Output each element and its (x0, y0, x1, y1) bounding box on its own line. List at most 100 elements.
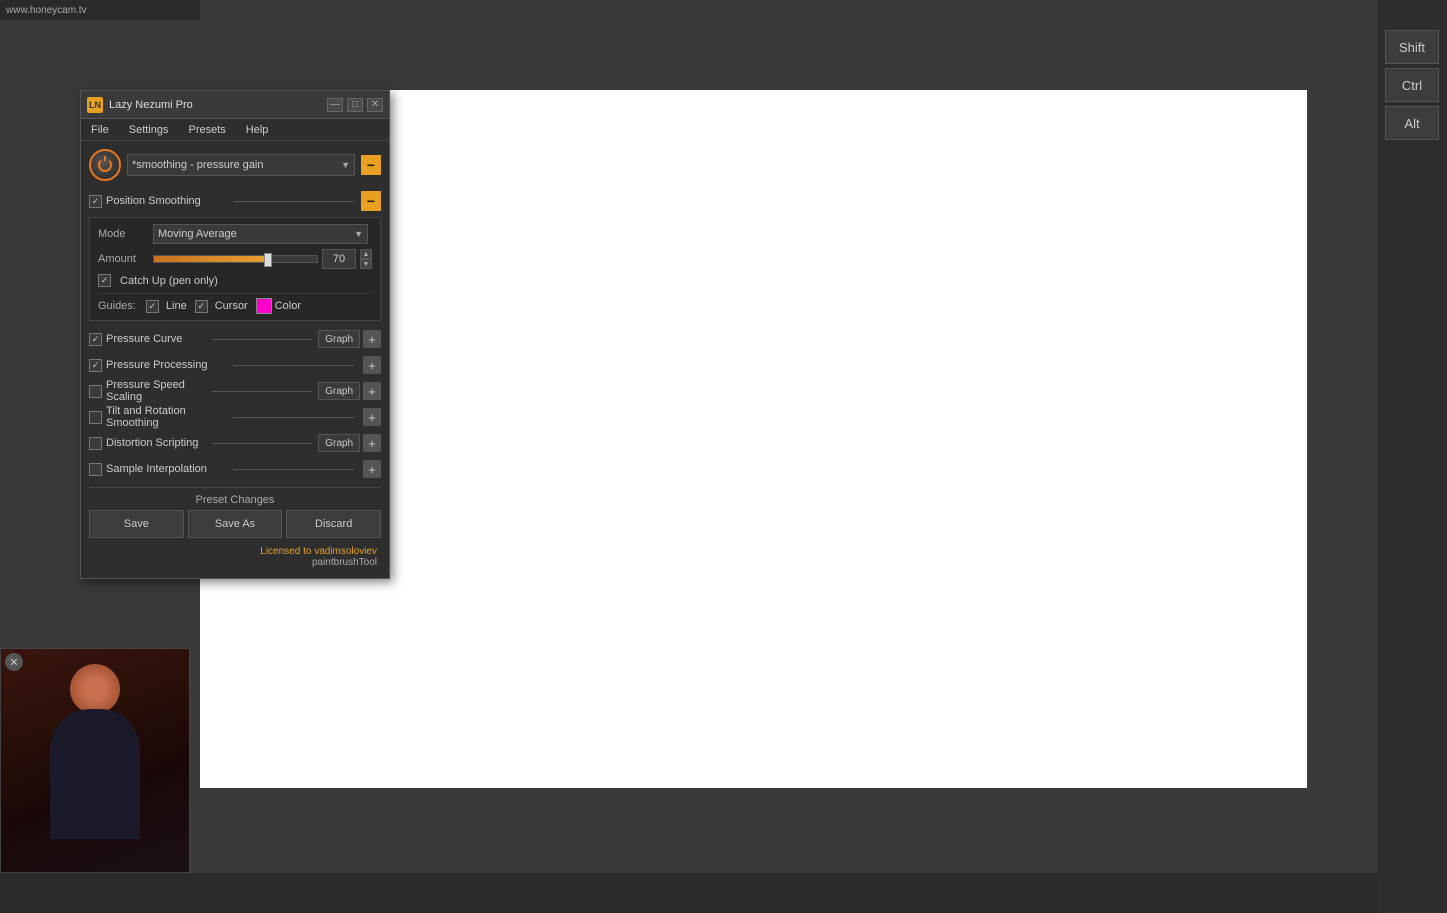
tool-text: paintbrushTool (93, 557, 377, 568)
amount-slider-container: 70 ▲ ▼ (153, 249, 372, 269)
guide-color-label: Color (275, 300, 301, 312)
pressure-processing-line (233, 365, 354, 366)
mode-value: Moving Average (158, 228, 237, 240)
title-bar-controls: — □ ✕ (327, 98, 383, 112)
sample-interpolation-checkbox[interactable] (89, 463, 102, 476)
section-tilt-rotation-smoothing: Tilt and Rotation Smoothing+ (89, 405, 381, 429)
distortion-scripting-graph-button[interactable]: Graph (318, 434, 360, 452)
catchup-checkbox[interactable] (98, 274, 111, 287)
guide-cursor-checkbox[interactable] (195, 300, 208, 313)
webcam-overlay: ✕ (0, 648, 190, 873)
preset-changes-label: Preset Changes (89, 487, 381, 506)
tilt-rotation-smoothing-line (233, 417, 354, 418)
person-body (50, 709, 140, 839)
sections-container: Pressure CurveGraph+Pressure Processing+… (89, 327, 381, 481)
mode-row: Mode Moving Average ▼ (98, 224, 372, 244)
guide-line-label: Line (166, 300, 187, 312)
distortion-scripting-plus-button[interactable]: + (363, 434, 381, 452)
distortion-scripting-checkbox[interactable] (89, 437, 102, 450)
section-sample-interpolation: Sample Interpolation + (89, 457, 381, 481)
sample-interpolation-line (233, 469, 354, 470)
amount-row: Amount 70 ▲ ▼ (98, 249, 372, 269)
sample-interpolation-plus-button[interactable]: + (363, 460, 381, 478)
position-smoothing-line (234, 201, 356, 202)
preset-minus-button[interactable]: − (361, 155, 381, 175)
sample-interpolation-label: Sample Interpolation (106, 463, 227, 475)
alt-key[interactable]: Alt (1385, 106, 1439, 140)
menu-presets[interactable]: Presets (184, 122, 229, 138)
action-buttons: Save Save As Discard (89, 510, 381, 538)
dropdown-arrow-icon: ▼ (341, 160, 350, 170)
pressure-speed-scaling-plus-button[interactable]: + (363, 382, 381, 400)
section-pressure-speed-scaling: Pressure Speed Scaling Graph+ (89, 379, 381, 403)
minimize-button[interactable]: — (327, 98, 343, 112)
catchup-label: Catch Up (pen only) (120, 275, 218, 287)
menu-bar: File Settings Presets Help (81, 119, 389, 141)
tilt-rotation-smoothing-checkbox[interactable] (89, 411, 102, 424)
licensed-text: Licensed to vadimsoloviev (93, 546, 377, 557)
discard-button[interactable]: Discard (286, 510, 381, 538)
guides-row: Guides: Line Cursor Color (98, 293, 372, 314)
pressure-processing-checkbox[interactable] (89, 359, 102, 372)
pressure-speed-scaling-line (212, 391, 312, 392)
pressure-curve-plus-button[interactable]: + (363, 330, 381, 348)
distortion-scripting-label: Distortion Scripting (106, 437, 206, 449)
position-smoothing-checkbox[interactable] (89, 195, 102, 208)
section-distortion-scripting: Distortion Scripting Graph+ (89, 431, 381, 455)
preset-row: *smoothing - pressure gain ▼ − (89, 149, 381, 181)
guide-cursor-label: Cursor (215, 300, 248, 312)
app-window: LN Lazy Nezumi Pro — □ ✕ File Settings P… (80, 90, 390, 579)
guide-cursor-item: Cursor (195, 300, 248, 313)
footer: Licensed to vadimsoloviev paintbrushTool (89, 544, 381, 570)
maximize-button[interactable]: □ (347, 98, 363, 112)
color-swatch[interactable] (256, 298, 272, 314)
close-button[interactable]: ✕ (367, 98, 383, 112)
slider-thumb[interactable] (264, 253, 272, 267)
preset-name: *smoothing - pressure gain (132, 159, 263, 171)
section-pressure-curve: Pressure Curve Graph+ (89, 327, 381, 351)
browser-bar: www.honeycam.tv (0, 0, 200, 20)
person-head (70, 664, 120, 714)
amount-slider[interactable] (153, 255, 318, 263)
position-smoothing-section: Position Smoothing − (89, 189, 381, 213)
pressure-curve-line (212, 339, 312, 340)
tilt-rotation-smoothing-plus-button[interactable]: + (363, 408, 381, 426)
spin-up[interactable]: ▲ (360, 249, 372, 259)
catchup-row: Catch Up (pen only) (98, 274, 372, 287)
app-title: Lazy Nezumi Pro (109, 99, 327, 111)
shift-key[interactable]: Shift (1385, 30, 1439, 64)
ctrl-key[interactable]: Ctrl (1385, 68, 1439, 102)
pressure-speed-scaling-graph-button[interactable]: Graph (318, 382, 360, 400)
position-smoothing-collapse[interactable]: − (361, 191, 381, 211)
pressure-curve-checkbox[interactable] (89, 333, 102, 346)
menu-help[interactable]: Help (242, 122, 273, 138)
webcam-image (1, 649, 189, 872)
keyboard-panel: Shift Ctrl Alt (1377, 0, 1447, 913)
position-smoothing-label: Position Smoothing (106, 195, 228, 207)
amount-input[interactable]: 70 (322, 249, 356, 269)
guide-color-item: Color (256, 298, 301, 314)
preset-dropdown[interactable]: *smoothing - pressure gain ▼ (127, 154, 355, 176)
power-button[interactable] (89, 149, 121, 181)
pressure-curve-label: Pressure Curve (106, 333, 206, 345)
main-content: *smoothing - pressure gain ▼ − Position … (81, 141, 389, 578)
smoothing-inner-panel: Mode Moving Average ▼ Amount 70 (89, 217, 381, 321)
mode-arrow-icon: ▼ (354, 229, 363, 239)
pressure-speed-scaling-label: Pressure Speed Scaling (106, 379, 206, 403)
pressure-speed-scaling-checkbox[interactable] (89, 385, 102, 398)
pressure-curve-graph-button[interactable]: Graph (318, 330, 360, 348)
spin-down[interactable]: ▼ (360, 259, 372, 269)
save-as-button[interactable]: Save As (188, 510, 283, 538)
mode-select[interactable]: Moving Average ▼ (153, 224, 368, 244)
menu-settings[interactable]: Settings (125, 122, 173, 138)
webcam-close-button[interactable]: ✕ (5, 653, 23, 671)
menu-file[interactable]: File (87, 122, 113, 138)
power-icon (98, 158, 112, 172)
guide-line-checkbox[interactable] (146, 300, 159, 313)
amount-label: Amount (98, 253, 153, 265)
amount-spinners: ▲ ▼ (360, 249, 372, 269)
pressure-processing-plus-button[interactable]: + (363, 356, 381, 374)
guides-label: Guides: (98, 300, 136, 312)
save-button[interactable]: Save (89, 510, 184, 538)
app-logo: LN (87, 97, 103, 113)
